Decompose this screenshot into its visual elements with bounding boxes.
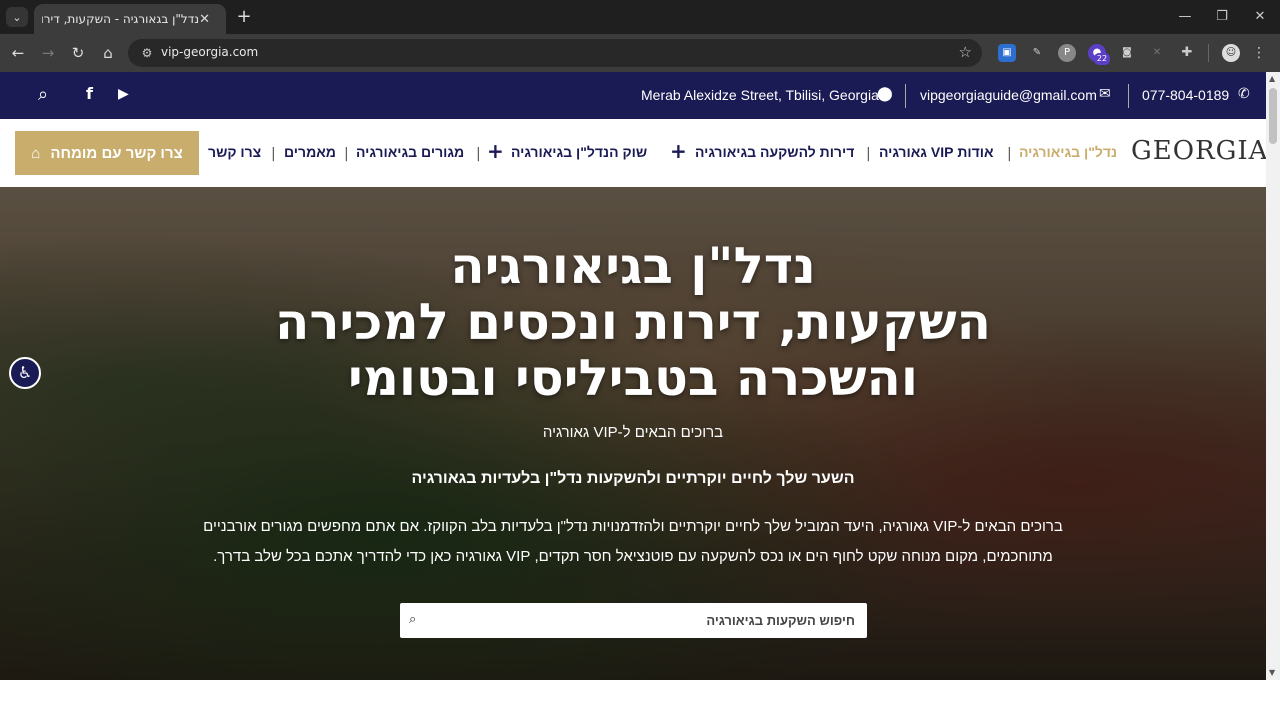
browser-tabstrip: ⌄ ✕ נדל"ן בגאורגיה - השקעות, דירות + — ❐…	[0, 0, 1280, 34]
site-info-icon[interactable]: ⚙	[138, 44, 156, 62]
envelope-icon: ✉	[1099, 86, 1111, 102]
expand-plus-icon[interactable]: +	[670, 139, 687, 163]
tab-search-button[interactable]: ⌄	[6, 7, 28, 27]
url-text[interactable]: vip-georgia.com	[161, 45, 258, 59]
forward-button[interactable]: →	[37, 42, 59, 64]
investment-search-input[interactable]	[430, 603, 855, 638]
search-icon[interactable]: ⌕	[409, 612, 416, 627]
nav-item-living[interactable]: מגורים בגיאורגיה	[356, 144, 464, 160]
back-button[interactable]: ←	[7, 42, 29, 64]
contact-expert-button[interactable]: צרו קשר עם מומחה ⌂	[15, 131, 199, 175]
nav-item-articles[interactable]: מאמרים	[284, 144, 336, 160]
address-bar[interactable]: ⚙ vip-georgia.com ☆	[128, 39, 982, 67]
browser-menu-icon[interactable]: ⋮	[1250, 44, 1268, 62]
facebook-icon[interactable]: f	[86, 84, 93, 103]
youtube-icon[interactable]: ▶	[118, 86, 129, 102]
site-logo[interactable]: GEORGIA	[1131, 136, 1268, 166]
hero-title-line-3: והשכרה בטביליסי ובטומי	[347, 349, 919, 407]
info-divider	[905, 84, 906, 108]
extension-disabled-icon[interactable]: ✕	[1148, 44, 1166, 62]
top-info-bar: ⌕ f ▶ Merab Alexidze Street, Tbilisi, Ge…	[0, 72, 1266, 119]
browser-toolbar: ← → ↻ ⌂ ⚙ vip-georgia.com ☆ ▣ ✎ P ● ◙ ✕ …	[0, 34, 1280, 72]
scroll-thumb[interactable]	[1269, 88, 1277, 144]
reload-button[interactable]: ↻	[67, 42, 89, 64]
hero-section: נדל"ן בגיאורגיה השקעות, דירות ונכסים למכ…	[0, 187, 1266, 680]
phone-link[interactable]: 077-804-0189	[1142, 87, 1229, 103]
nav-separator: |	[476, 146, 481, 162]
close-window-button[interactable]: ✕	[1245, 6, 1275, 28]
home-icon: ⌂	[31, 144, 41, 162]
nav-item-real-estate[interactable]: נדל"ן בגיאורגיה	[1019, 144, 1117, 160]
extension-camera-icon[interactable]: ◙	[1118, 44, 1136, 62]
scroll-down-icon[interactable]: ▼	[1269, 668, 1275, 677]
phone-icon: ✆	[1238, 86, 1250, 102]
extension-badge: 22	[1094, 53, 1110, 65]
nav-separator: |	[271, 146, 276, 162]
nav-separator: |	[1007, 146, 1012, 162]
nav-item-about[interactable]: אודות VIP גאורגיה	[879, 144, 994, 160]
extension-translate-icon[interactable]: ▣	[998, 44, 1016, 62]
investment-search-box: ⌕	[400, 603, 867, 638]
nav-item-contact[interactable]: צרו קשר	[208, 144, 261, 160]
bookmark-star-icon[interactable]: ☆	[959, 43, 972, 61]
hero-welcome: ברוכים הבאים ל-VIP גאורגיה	[542, 424, 724, 441]
search-icon[interactable]: ⌕	[38, 84, 48, 105]
home-button[interactable]: ⌂	[97, 42, 119, 64]
hero-title-line-1: נדל"ן בגיאורגיה	[450, 237, 816, 295]
scroll-up-icon[interactable]: ▲	[1269, 74, 1275, 83]
page-below-fold	[0, 680, 1266, 720]
main-navigation: צרו קשר עם מומחה ⌂ צרו קשר | מאמרים | מג…	[0, 119, 1268, 187]
browser-tab[interactable]: ✕ נדל"ן בגאורגיה - השקעות, דירות	[34, 4, 226, 34]
extension-eyedropper-icon[interactable]: ✎	[1028, 44, 1046, 62]
extension-ip-icon[interactable]: P	[1058, 44, 1076, 62]
cta-label: צרו קשר עם מומחה	[50, 144, 183, 162]
new-tab-button[interactable]: +	[234, 6, 254, 28]
nav-item-market[interactable]: שוק הנדל"ן בגיאורגיה	[511, 144, 647, 160]
minimize-button[interactable]: —	[1170, 6, 1200, 28]
nav-separator: |	[866, 146, 871, 162]
email-link[interactable]: vipgeorgiaguide@gmail.com	[920, 87, 1097, 103]
hero-subheading: השער שלך לחיים יוקרתיים ולהשקעות נדל"ן ב…	[411, 470, 855, 487]
extensions-puzzle-icon[interactable]: ✚	[1178, 44, 1196, 62]
info-divider	[1128, 84, 1129, 108]
nav-item-apartments[interactable]: דירות להשקעה בגיאורגיה	[695, 144, 854, 160]
expand-plus-icon[interactable]: +	[487, 139, 504, 163]
tab-title: נדל"ן בגאורגיה - השקעות, דירות	[42, 12, 200, 26]
location-pin-icon: ⬤	[877, 86, 893, 102]
hero-title-line-2: השקעות, דירות ונכסים למכירה	[274, 293, 992, 351]
hero-paragraph: ברוכים הבאים ל-VIP גאורגיה, היעד המוביל …	[203, 518, 1063, 565]
maximize-button[interactable]: ❐	[1207, 6, 1237, 28]
toolbar-divider	[1208, 44, 1209, 62]
page-scrollbar[interactable]: ▲ ▼	[1266, 72, 1280, 680]
accessibility-icon[interactable]: ♿	[9, 357, 41, 389]
profile-avatar-icon[interactable]: ☺	[1222, 44, 1240, 62]
close-tab-icon[interactable]: ✕	[199, 12, 210, 27]
nav-separator: |	[344, 146, 349, 162]
address-text: Merab Alexidze Street, Tbilisi, Georgia	[641, 87, 879, 103]
